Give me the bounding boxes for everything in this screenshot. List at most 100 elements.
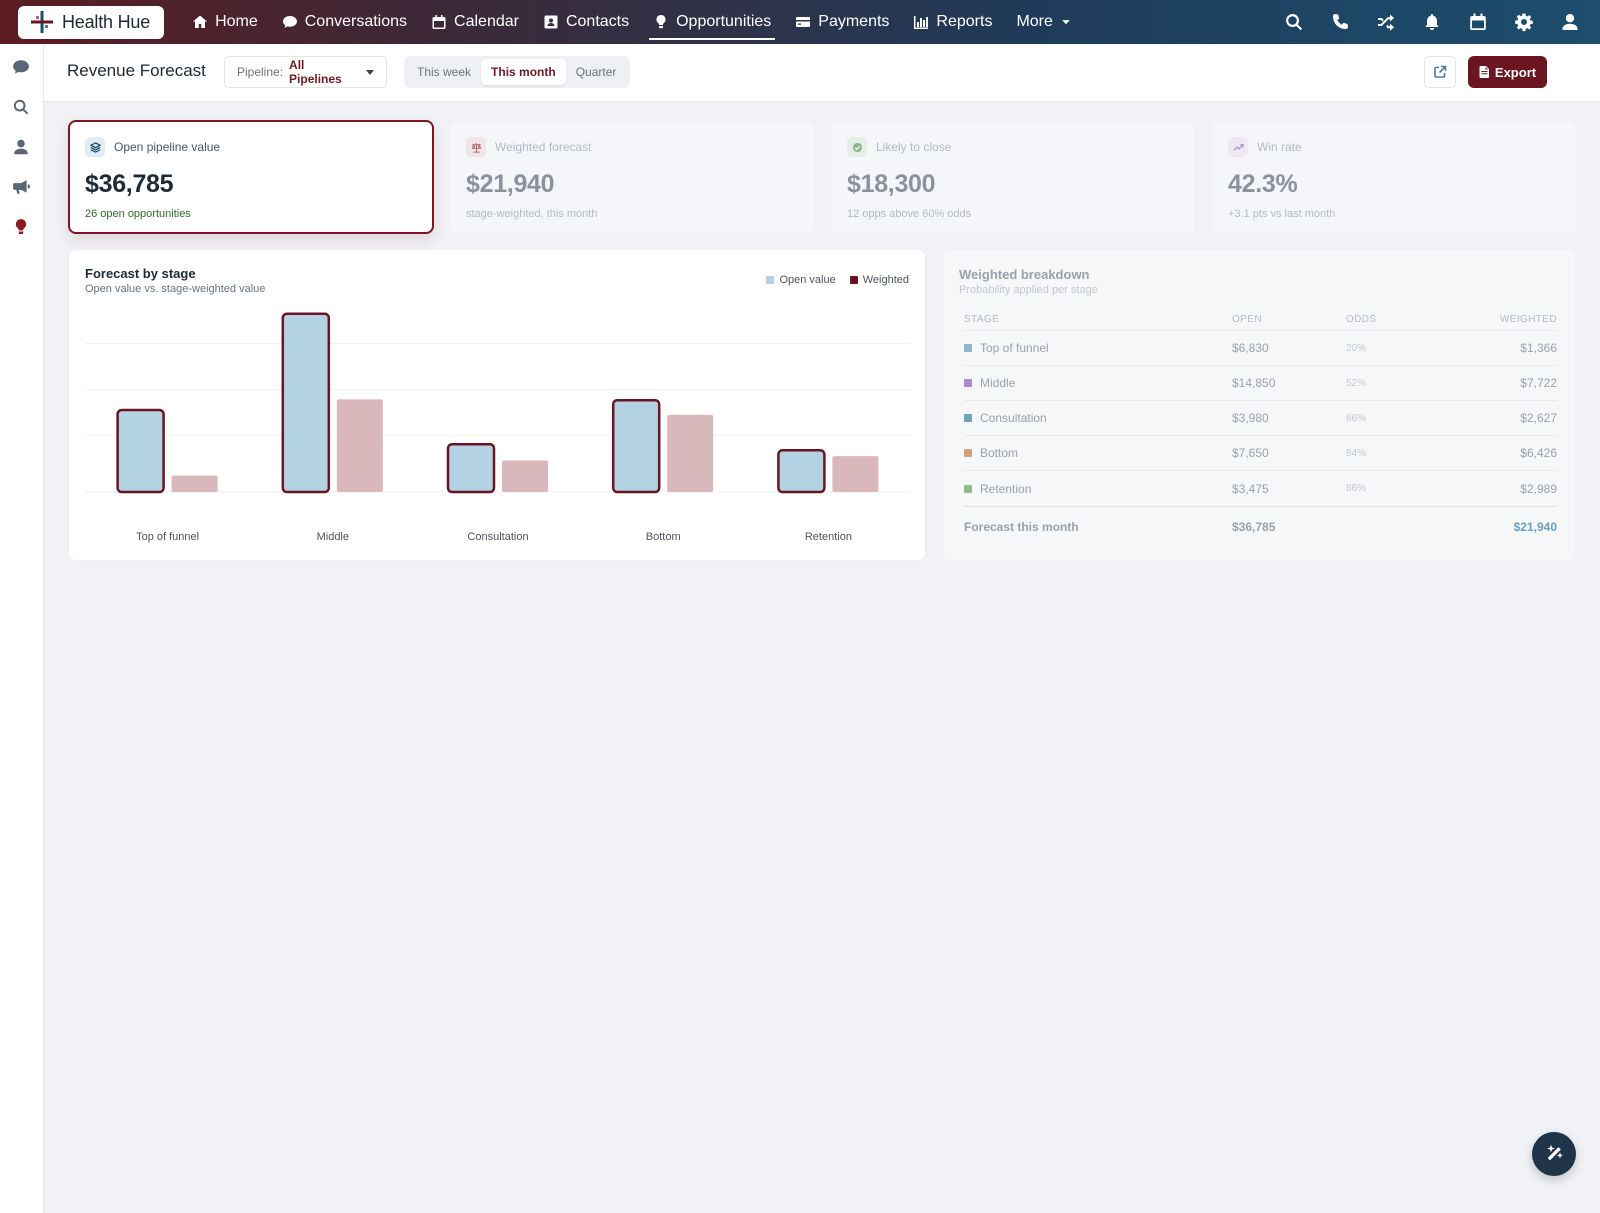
brand-logo[interactable]: Health Hue [18, 5, 165, 39]
chat-icon [282, 16, 297, 28]
stage-name: Bottom [980, 446, 1019, 460]
period-this-month[interactable]: This month [481, 59, 566, 85]
nav-calendar[interactable]: Calendar [419, 0, 531, 44]
table-header: STAGE OPEN ODDS WEIGHTED [964, 309, 1557, 331]
brand-name: Health Hue [62, 11, 151, 32]
odds-value: 52% [1346, 377, 1367, 389]
user-icon[interactable] [1560, 12, 1580, 32]
col-open[interactable]: OPEN [1232, 309, 1262, 330]
rail-search[interactable] [12, 98, 32, 118]
period-quarter[interactable]: Quarter [566, 59, 627, 85]
x-tick-label: Consultation [467, 531, 528, 543]
home-icon [193, 15, 208, 28]
rail-user[interactable] [12, 138, 32, 158]
stage-color-swatch [964, 484, 972, 493]
col-odds[interactable]: ODDS [1346, 309, 1377, 330]
table-row[interactable]: Retention $3,475 86% $2,989 [964, 471, 1557, 506]
bar-weighted [667, 414, 714, 492]
bar-chart-icon [914, 16, 929, 29]
legend-swatch [766, 276, 775, 284]
breakdown-title: Weighted breakdown [959, 267, 1090, 282]
scale-icon [466, 137, 486, 157]
stage-color-swatch [964, 379, 972, 387]
table-row[interactable]: Middle $14,850 52% $7,722 [964, 366, 1557, 401]
bar-open-value [777, 449, 826, 494]
breakdown-subtitle: Probability applied per stage [959, 284, 1098, 296]
contact-card-icon [544, 15, 558, 29]
shuffle-icon[interactable] [1376, 12, 1396, 32]
stage-name: Consultation [980, 411, 1047, 425]
bar-open-value [116, 408, 165, 494]
period-toggle: This week This month Quarter [404, 56, 630, 88]
caret-down-icon [1062, 20, 1070, 25]
rail-chat[interactable] [12, 58, 32, 78]
odds-value: 20% [1346, 342, 1367, 354]
table-total-row: Forecast this month $36,785 $21,940 [964, 506, 1557, 546]
nav-conversations-label: Conversations [304, 13, 408, 30]
left-rail [0, 44, 44, 1213]
nav-opportunities[interactable]: Opportunities [641, 0, 783, 44]
search-icon [13, 99, 29, 115]
total-weighted: $21,940 [1513, 519, 1557, 534]
export-button[interactable]: Export [1468, 56, 1547, 88]
bar-open-value [281, 312, 331, 494]
logo-mark-icon [30, 10, 54, 34]
export-label: Export [1494, 64, 1537, 80]
kpi-weighted-forecast[interactable]: Weighted forecast $21,940 stage-weighted… [449, 120, 815, 234]
table-row[interactable]: Consultation $3,980 66% $2,627 [964, 401, 1557, 436]
kpi-value: 42.3% [1228, 170, 1298, 198]
table-row[interactable]: Top of funnel $6,830 20% $1,366 [964, 331, 1557, 366]
bar-weighted [336, 399, 383, 492]
chart-subtitle: Open value vs. stage-weighted value [85, 283, 266, 295]
open-external-button[interactable] [1424, 56, 1456, 88]
col-stage[interactable]: STAGE [964, 309, 999, 330]
nav-more[interactable]: More [1004, 0, 1083, 44]
nav-reports[interactable]: Reports [901, 0, 1004, 44]
kpi-label: Win rate [1257, 140, 1302, 154]
nav-payments[interactable]: Payments [783, 0, 901, 44]
magic-wand-icon [1547, 1145, 1563, 1161]
lightbulb-icon [656, 14, 666, 29]
kpi-sub: 26 open opportunities [85, 208, 191, 220]
kpi-likely-to-close[interactable]: Likely to close $18,300 12 opps above 60… [830, 120, 1196, 234]
kpi-label: Open pipeline value [114, 140, 221, 154]
rail-opportunities[interactable] [12, 218, 32, 238]
kpi-win-rate[interactable]: Win rate 42.3% +3.1 pts vs last month [1211, 120, 1577, 234]
forecast-chart-card: Top of funnel Middle Consultation Bottom Ret… [68, 249, 926, 561]
nav-home[interactable]: Home [180, 0, 270, 44]
nav-contacts[interactable]: Contacts [531, 0, 641, 44]
legend-label: Open value [779, 274, 836, 286]
page-title: Revenue Forecast [67, 61, 206, 80]
magic-assist-button[interactable] [1532, 1132, 1576, 1176]
legend-open-value[interactable]: Open value [766, 274, 836, 286]
external-link-icon [1434, 65, 1447, 78]
open-value: $7,650 [1232, 446, 1269, 460]
file-icon [1479, 66, 1489, 78]
weighted-value: $6,426 [1520, 446, 1557, 460]
legend-weighted[interactable]: Weighted [849, 274, 909, 286]
x-tick-label: Middle [317, 531, 349, 543]
pipeline-value: All Pipelines [289, 58, 342, 86]
nav-conversations[interactable]: Conversations [270, 0, 419, 44]
stage-name: Middle [980, 376, 1016, 390]
col-weighted[interactable]: WEIGHTED [1500, 309, 1557, 330]
rail-marketing[interactable] [12, 178, 32, 198]
trend-up-icon [1228, 137, 1248, 157]
nav-reports-label: Reports [936, 13, 993, 30]
odds-value: 84% [1346, 447, 1367, 459]
caret-down-icon [366, 69, 374, 75]
search-icon[interactable] [1284, 12, 1304, 32]
nav-more-label: More [1016, 13, 1053, 30]
nav-contacts-label: Contacts [565, 13, 630, 30]
bell-icon[interactable] [1422, 12, 1442, 32]
chart-title: Forecast by stage [85, 266, 196, 281]
kpi-value: $36,785 [85, 170, 174, 198]
nav-payments-label: Payments [818, 13, 890, 30]
period-this-week[interactable]: This week [407, 59, 481, 85]
phone-icon[interactable] [1330, 12, 1350, 32]
gear-icon[interactable] [1514, 12, 1534, 32]
kpi-open-pipeline[interactable]: Open pipeline value $36,785 26 open oppo… [68, 120, 434, 234]
calendar-icon[interactable] [1468, 12, 1488, 32]
table-row[interactable]: Bottom $7,650 84% $6,426 [964, 436, 1557, 471]
pipeline-select[interactable]: Pipeline: All Pipelines [224, 56, 387, 88]
